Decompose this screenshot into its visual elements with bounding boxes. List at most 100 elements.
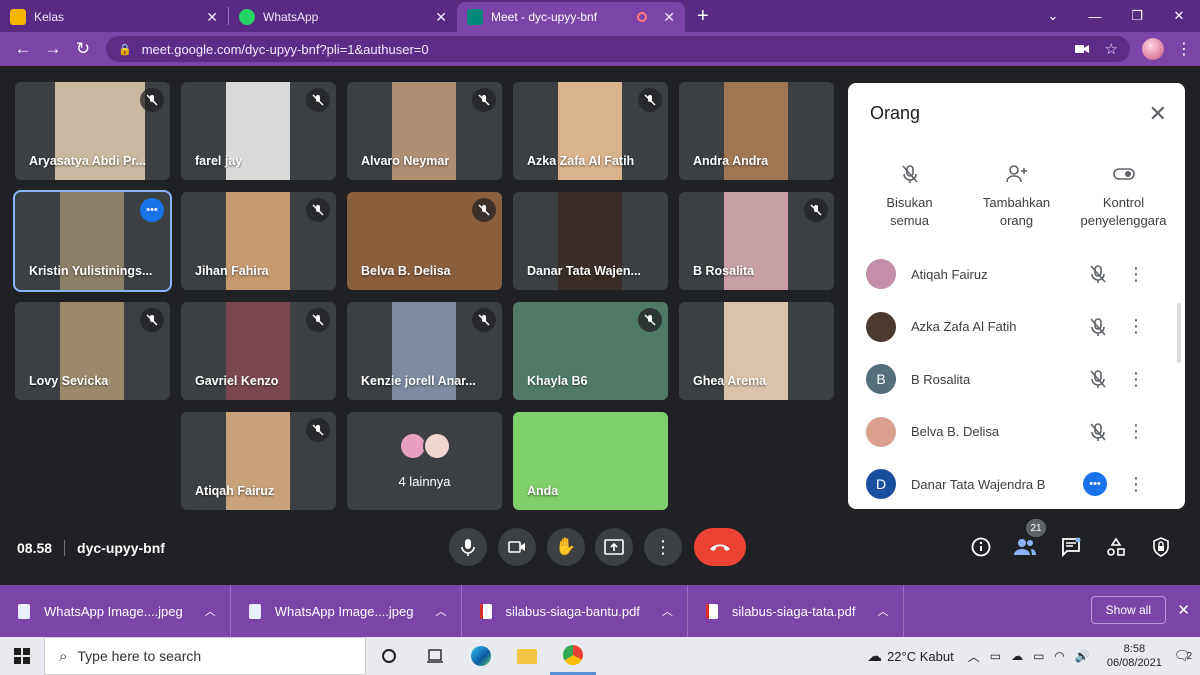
more-options-icon[interactable]: ⋮ — [1127, 421, 1145, 442]
people-button[interactable] — [1012, 534, 1038, 560]
list-item[interactable]: Azka Zafa Al Fatih ⋮ — [848, 301, 1185, 354]
maximize-icon[interactable]: ❐ — [1116, 8, 1158, 24]
mic-off-icon — [306, 308, 330, 332]
chevron-up-icon[interactable]: ︿ — [205, 603, 216, 619]
lock-icon[interactable]: 🔒 — [118, 43, 132, 56]
list-item[interactable]: B B Rosalita ⋮ — [848, 353, 1185, 406]
list-item[interactable]: Atiqah Fairuz ⋮ — [848, 248, 1185, 301]
participant-tile[interactable]: Belva B. Delisa — [347, 192, 502, 290]
network-icon[interactable]: ▭ — [990, 649, 1001, 663]
mic-off-icon[interactable] — [1089, 317, 1107, 337]
mic-off-icon[interactable] — [1089, 422, 1107, 442]
weather-text[interactable]: 22°C Kabut — [887, 649, 954, 664]
bookmark-star-icon[interactable]: ☆ — [1105, 40, 1118, 58]
browser-menu-icon[interactable]: ⋮ — [1176, 39, 1192, 59]
download-item[interactable]: WhatsApp Image....jpeg ︿ — [231, 585, 462, 637]
participant-tile[interactable]: Atiqah Fairuz — [181, 412, 336, 510]
self-tile[interactable]: Anda — [513, 412, 668, 510]
host-controls-button[interactable]: Kontrol penyelenggara — [1074, 158, 1174, 230]
show-all-button[interactable]: Show all — [1090, 596, 1166, 624]
download-item[interactable]: silabus-siaga-tata.pdf ︿ — [688, 585, 904, 637]
more-options-icon[interactable]: ⋮ — [1127, 474, 1145, 495]
tab-whatsapp[interactable]: WhatsApp ✕ — [229, 2, 457, 32]
task-view-button[interactable] — [366, 637, 412, 675]
reload-icon[interactable]: ↻ — [68, 39, 98, 59]
download-item[interactable]: silabus-siaga-bantu.pdf ︿ — [462, 585, 688, 637]
more-options-icon[interactable]: ⋮ — [1127, 264, 1145, 285]
list-item[interactable]: Belva B. Delisa ⋮ — [848, 406, 1185, 459]
close-icon[interactable]: ✕ — [1149, 101, 1167, 127]
chevron-up-icon[interactable]: ︿ — [436, 603, 447, 619]
more-options-icon[interactable]: ⋮ — [1127, 369, 1145, 390]
back-icon[interactable]: ← — [8, 39, 38, 59]
participant-tile[interactable]: B Rosalita — [679, 192, 834, 290]
participant-tile-active-speaker[interactable]: ••• Kristin Yulistinings... — [13, 190, 172, 292]
participant-tile[interactable]: farel jay — [181, 82, 336, 180]
edge-taskbar-button[interactable] — [458, 637, 504, 675]
more-options-button[interactable]: ⋮ — [644, 528, 682, 566]
mic-off-icon[interactable] — [1089, 369, 1107, 389]
microphone-button[interactable] — [449, 528, 487, 566]
chevron-up-icon[interactable]: ︿ — [878, 603, 889, 619]
download-item[interactable]: WhatsApp Image....jpeg ︿ — [0, 585, 231, 637]
panel-actions: Bisukan semua Tambahkan orang Kontrol pe… — [848, 158, 1185, 230]
close-tab-icon[interactable]: ✕ — [435, 9, 447, 26]
start-button[interactable] — [0, 637, 44, 675]
participant-tile[interactable]: Jihan Fahira — [181, 192, 336, 290]
close-icon[interactable]: ✕ — [1177, 601, 1190, 619]
close-tab-icon[interactable]: ✕ — [663, 9, 675, 26]
participant-tile[interactable]: Lovy Sevicka — [15, 302, 170, 400]
url-input[interactable]: 🔒 meet.google.com/dyc-upyy-bnf?pli=1&aut… — [106, 36, 1130, 62]
more-options-icon[interactable]: ⋮ — [1127, 316, 1145, 337]
mute-all-button[interactable]: Bisukan semua — [860, 158, 960, 230]
profile-avatar[interactable] — [1142, 38, 1164, 60]
forward-icon[interactable]: → — [38, 39, 68, 59]
host-controls-button[interactable] — [1148, 534, 1174, 560]
cloud-icon[interactable]: ☁ — [1011, 649, 1023, 663]
others-tile[interactable]: 4 lainnya — [347, 412, 502, 510]
chat-button[interactable] — [1058, 534, 1084, 560]
volume-icon[interactable]: 🔊 — [1075, 649, 1090, 663]
taskbar-clock[interactable]: 8:58 06/08/2021 — [1107, 642, 1162, 670]
add-people-button[interactable]: Tambahkan orang — [967, 158, 1067, 230]
minimize-icon[interactable]: — — [1074, 9, 1116, 24]
cortana-icon — [382, 649, 396, 663]
file-explorer-button[interactable] — [504, 637, 550, 675]
list-item[interactable]: D Danar Tata Wajendra B ••• ⋮ — [848, 458, 1185, 509]
mic-off-icon[interactable] — [1089, 264, 1107, 284]
people-list: Atiqah Fairuz ⋮ Azka Zafa Al Fatih ⋮ B B… — [848, 248, 1185, 509]
activities-button[interactable] — [1103, 534, 1129, 560]
battery-icon[interactable]: ▭ — [1033, 649, 1044, 663]
participant-tile[interactable]: Danar Tata Wajen... — [513, 192, 668, 290]
camera-button[interactable] — [498, 528, 536, 566]
participant-tile[interactable]: Ghea Arema — [679, 302, 834, 400]
tab-search-icon[interactable]: ⌄ — [1032, 8, 1074, 24]
activities-icon — [1107, 537, 1125, 556]
panel-scrollbar[interactable] — [1177, 303, 1181, 363]
participant-tile[interactable]: Khayla B6 — [513, 302, 668, 400]
close-window-icon[interactable]: ✕ — [1158, 8, 1200, 24]
camera-icon[interactable] — [1074, 44, 1089, 54]
participant-tile[interactable]: Andra Andra — [679, 82, 834, 180]
chevron-up-icon[interactable]: ︿ — [968, 648, 980, 665]
taskbar-search-input[interactable]: ⌕ Type here to search — [44, 637, 366, 675]
task-view-button[interactable] — [412, 637, 458, 675]
chrome-taskbar-button[interactable] — [550, 637, 596, 675]
participant-tile[interactable]: Gavriel Kenzo — [181, 302, 336, 400]
participant-tile[interactable]: Kenzie jorell Anar... — [347, 302, 502, 400]
mic-off-icon — [306, 198, 330, 222]
chevron-up-icon[interactable]: ︿ — [662, 603, 673, 619]
tab-meet[interactable]: Meet - dyc-upyy-bnf ✕ — [457, 2, 685, 32]
avatar: B — [866, 364, 896, 395]
new-tab-button[interactable]: + — [685, 5, 721, 28]
wifi-icon[interactable]: ◠ — [1054, 649, 1064, 663]
tab-kelas[interactable]: Kelas ✕ — [0, 2, 228, 32]
close-tab-icon[interactable]: ✕ — [206, 9, 218, 26]
raise-hand-button[interactable]: ✋ — [547, 528, 585, 566]
participant-tile[interactable]: Alvaro Neymar — [347, 82, 502, 180]
leave-call-button[interactable] — [694, 528, 746, 566]
participant-tile[interactable]: Aryasatya Abdi Pr... — [15, 82, 170, 180]
participant-tile[interactable]: Azka Zafa Al Fatih — [513, 82, 668, 180]
meeting-details-button[interactable] — [968, 534, 994, 560]
present-screen-button[interactable] — [595, 528, 633, 566]
